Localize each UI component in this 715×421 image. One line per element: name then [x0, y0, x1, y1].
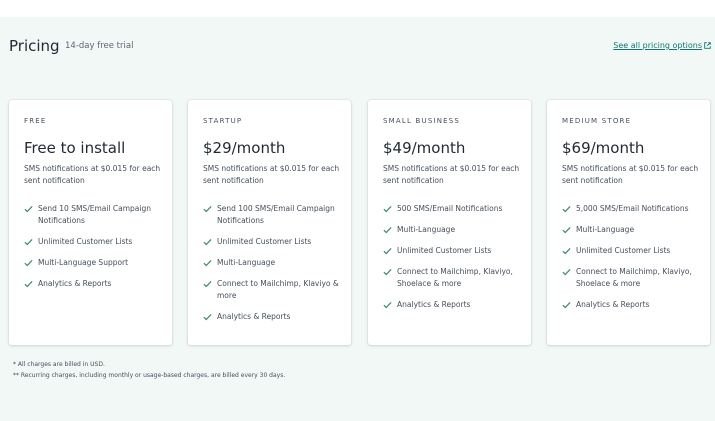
check-icon	[24, 206, 33, 213]
feature-text: Multi-Language	[576, 225, 635, 234]
feature-item: Unlimited Customer Lists	[203, 236, 343, 248]
feature-text: 5,000 SMS/Email Notifications	[576, 204, 689, 213]
feature-list: 5,000 SMS/Email Notifications Multi-Lang…	[562, 203, 700, 311]
check-icon	[383, 302, 392, 309]
plan-description: SMS notifications at $0.015 for each sen…	[562, 164, 699, 185]
feature-item: Connect to Mailchimp, Klaviyo, Shoelace …	[383, 266, 523, 290]
feature-item: Multi-Language	[203, 257, 343, 269]
feature-text: Connect to Mailchimp, Klaviyo & more	[217, 279, 339, 300]
plan-label: MEDIUM STORE	[562, 117, 632, 125]
feature-item: Analytics & Reports	[383, 299, 523, 311]
feature-item: 500 SMS/Email Notifications	[383, 203, 523, 215]
feature-item: Analytics & Reports	[24, 278, 164, 290]
plan-card-small-business[interactable]: SMALL BUSINESS $49/month SMS notificatio…	[368, 100, 531, 345]
page-title: Pricing	[9, 37, 60, 55]
feature-text: Unlimited Customer Lists	[217, 237, 312, 246]
feature-text: Multi-Language	[397, 225, 456, 234]
plan-description: SMS notifications at $0.015 for each sen…	[203, 164, 340, 185]
feature-item: Send 10 SMS/Email Campaign Notifications	[24, 203, 164, 227]
see-all-pricing-link[interactable]: See all pricing options	[613, 41, 711, 50]
check-icon	[383, 206, 392, 213]
feature-text: 500 SMS/Email Notifications	[397, 204, 503, 213]
feature-text: Analytics & Reports	[576, 300, 650, 309]
check-icon	[203, 281, 212, 288]
check-icon	[203, 314, 212, 321]
check-icon	[562, 302, 571, 309]
check-icon	[203, 206, 212, 213]
check-icon	[383, 227, 392, 234]
feature-text: Analytics & Reports	[217, 312, 291, 321]
feature-text: Unlimited Customer Lists	[397, 246, 492, 255]
feature-item: Connect to Mailchimp, Klaviyo, Shoelace …	[562, 266, 702, 290]
plan-price: $49/month	[383, 139, 466, 157]
check-icon	[562, 269, 571, 276]
trial-badge: 14-day free trial	[65, 41, 134, 51]
plan-description: SMS notifications at $0.015 for each sen…	[383, 164, 520, 185]
feature-text: Unlimited Customer Lists	[576, 246, 671, 255]
check-icon	[562, 206, 571, 213]
see-all-pricing-label: See all pricing options	[613, 41, 702, 50]
plan-price: $69/month	[562, 139, 645, 157]
plan-price: $29/month	[203, 139, 286, 157]
feature-item: Unlimited Customer Lists	[383, 245, 523, 257]
check-icon	[24, 260, 33, 267]
check-icon	[383, 248, 392, 255]
feature-text: Send 10 SMS/Email Campaign Notifications	[38, 204, 152, 225]
check-icon	[562, 227, 571, 234]
feature-item: 5,000 SMS/Email Notifications	[562, 203, 702, 215]
feature-text: Multi-Language Support	[38, 258, 129, 267]
feature-text: Send 100 SMS/Email Campaign Notification…	[217, 204, 335, 225]
plan-label: STARTUP	[203, 117, 243, 125]
feature-text: Connect to Mailchimp, Klaviyo, Shoelace …	[576, 267, 692, 288]
check-icon	[203, 239, 212, 246]
check-icon	[24, 281, 33, 288]
check-icon	[203, 260, 212, 267]
feature-text: Multi-Language	[217, 258, 276, 267]
plan-price: Free to install	[24, 139, 126, 157]
feature-item: Connect to Mailchimp, Klaviyo & more	[203, 278, 343, 302]
feature-text: Analytics & Reports	[397, 300, 471, 309]
external-link-icon	[704, 42, 711, 49]
check-icon	[24, 239, 33, 246]
feature-item: Multi-Language	[383, 224, 523, 236]
check-icon	[383, 269, 392, 276]
feature-item: Send 100 SMS/Email Campaign Notification…	[203, 203, 343, 227]
footnote-billing-cycle: ** Recurring charges, including monthly …	[13, 372, 286, 379]
feature-item: Multi-Language Support	[24, 257, 164, 269]
feature-text: Unlimited Customer Lists	[38, 237, 133, 246]
plan-card-free[interactable]: FREE Free to install SMS notifications a…	[9, 100, 172, 345]
plan-label: FREE	[24, 117, 47, 125]
footnote-currency: * All charges are billed in USD.	[13, 361, 105, 368]
feature-text: Analytics & Reports	[38, 279, 112, 288]
check-icon	[562, 248, 571, 255]
feature-item: Analytics & Reports	[203, 311, 343, 323]
feature-list: Send 10 SMS/Email Campaign Notifications…	[24, 203, 162, 290]
feature-item: Multi-Language	[562, 224, 702, 236]
pricing-header: Pricing 14-day free trial See all pricin…	[9, 37, 711, 57]
feature-item: Analytics & Reports	[562, 299, 702, 311]
feature-item: Unlimited Customer Lists	[24, 236, 164, 248]
plan-card-startup[interactable]: STARTUP $29/month SMS notifications at $…	[188, 100, 351, 345]
feature-item: Unlimited Customer Lists	[562, 245, 702, 257]
plan-description: SMS notifications at $0.015 for each sen…	[24, 164, 161, 185]
plan-card-medium-store[interactable]: MEDIUM STORE $69/month SMS notifications…	[547, 100, 710, 345]
plan-label: SMALL BUSINESS	[383, 117, 461, 125]
feature-text: Connect to Mailchimp, Klaviyo, Shoelace …	[397, 267, 513, 288]
feature-list: Send 100 SMS/Email Campaign Notification…	[203, 203, 341, 323]
feature-list: 500 SMS/Email Notifications Multi-Langua…	[383, 203, 521, 311]
